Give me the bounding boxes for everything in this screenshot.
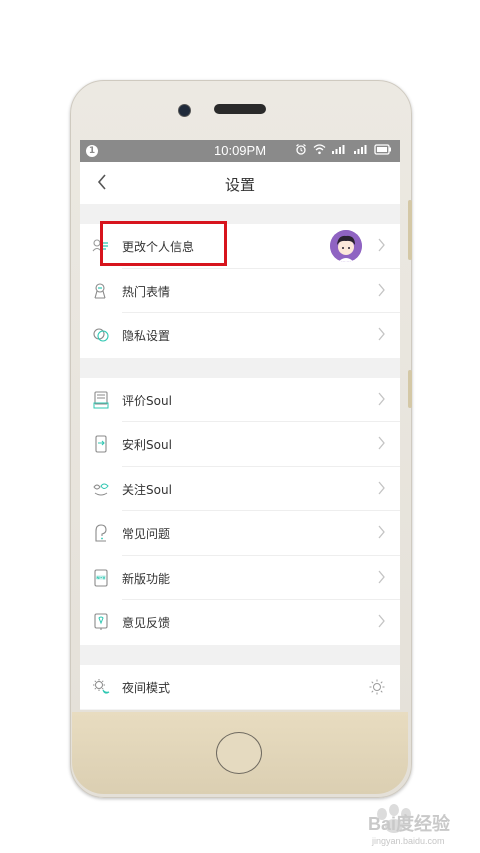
watermark-brand: Bai度经验: [368, 814, 451, 834]
chevron-right-icon: [378, 238, 385, 252]
new-feature-icon: [94, 568, 108, 587]
settings-item-feedback[interactable]: 意见反馈: [80, 600, 400, 645]
battery-icon: [374, 144, 391, 155]
highlight-box: [100, 221, 227, 266]
chevron-right-icon: [378, 436, 385, 450]
settings-item-follow-soul[interactable]: 关注Soul: [80, 466, 400, 511]
settings-item-label: 隐私设置: [122, 329, 171, 343]
earpiece: [214, 104, 266, 114]
section-gap: [80, 357, 400, 378]
chevron-right-icon: [378, 392, 385, 405]
page-title: 设置: [224, 176, 255, 194]
sun-icon[interactable]: [368, 678, 386, 696]
avatar-image: [330, 230, 362, 262]
chevron-right-icon: [378, 283, 385, 296]
volume-button: [408, 200, 412, 260]
front-camera: [178, 104, 191, 117]
settings-item-label: 常见问题: [122, 527, 171, 541]
settings-item-privacy[interactable]: 隐私设置: [80, 313, 400, 358]
avatar[interactable]: [330, 230, 362, 262]
signal-icon: [353, 145, 366, 154]
chevron-right-icon: [378, 327, 385, 341]
status-bar: 1 10:09PM: [80, 140, 400, 162]
settings-item-label: 夜间模式: [122, 680, 171, 695]
night-mode-icon: [93, 678, 110, 694]
settings-item-recommend-soul[interactable]: 安利Soul: [80, 422, 400, 467]
settings-item-hot-stickers[interactable]: 热门表情: [80, 268, 400, 313]
settings-item-label: 新版功能: [122, 571, 171, 586]
settings-item-night-mode[interactable]: 夜间模式: [80, 664, 400, 709]
share-icon: [95, 435, 107, 453]
chevron-right-icon: [378, 570, 385, 583]
settings-item-label: 意见反馈: [122, 616, 171, 630]
chevron-right-icon: [378, 614, 385, 628]
settings-item-label: 关注Soul: [122, 482, 172, 497]
settings-item-label: 热门表情: [122, 284, 171, 299]
watermark-url: jingyan.baidu.com: [372, 836, 445, 846]
settings-item-label: 评价Soul: [122, 393, 172, 408]
nav-bar: 设置: [80, 162, 400, 204]
settings-item-label: 安利Soul: [122, 438, 172, 452]
power-button: [408, 370, 412, 408]
settings-group-soul: 评价Soul 安利Soul 关注Soul 常见问题 新版功能 意见反馈: [80, 377, 400, 645]
section-gap: [80, 644, 400, 665]
settings-item-faq[interactable]: 常见问题: [80, 511, 400, 556]
status-icons: [295, 140, 392, 162]
home-button[interactable]: [216, 732, 262, 774]
question-icon: [95, 524, 107, 542]
feedback-icon: [94, 613, 108, 630]
status-time: 10:09PM: [214, 143, 267, 158]
soul-logo-icon: [93, 483, 109, 495]
settings-item-rate-soul[interactable]: 评价Soul: [80, 377, 400, 422]
privacy-icon: [93, 328, 109, 342]
settings-group-display: 夜间模式: [80, 664, 400, 709]
wifi-icon: [313, 144, 325, 155]
settings-item-new-features[interactable]: 新版功能: [80, 555, 400, 600]
rate-icon: [93, 390, 109, 408]
notification-badge: 1: [86, 145, 98, 157]
alarm-icon: [296, 144, 306, 155]
chevron-right-icon: [378, 525, 385, 539]
sticker-icon: [94, 282, 106, 299]
chevron-right-icon: [378, 481, 385, 494]
signal-icon: [332, 145, 345, 154]
